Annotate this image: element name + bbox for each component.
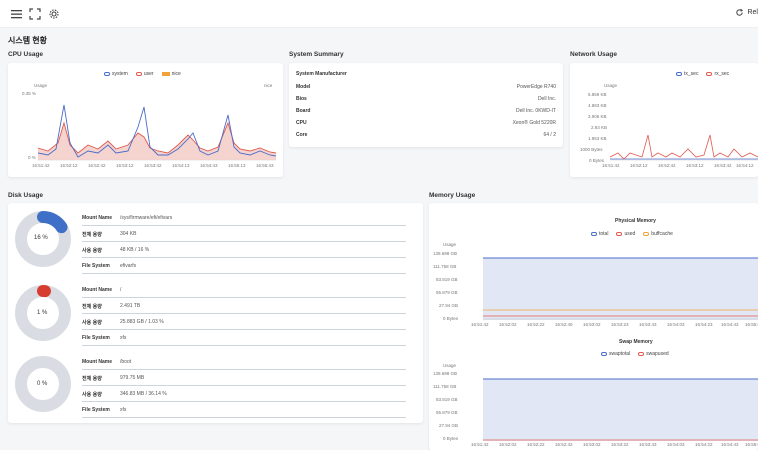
summary-row: CPU Xeon® Gold 5220R [296, 120, 556, 126]
cpu-chart [38, 104, 276, 161]
system-summary-card: System Manufacturer Model PowerEdge R740 … [289, 63, 563, 147]
disk-row-value: xfs [120, 335, 127, 341]
disk-row-value: 2.491 TB [120, 303, 141, 309]
swap-memory-chart [483, 378, 758, 441]
divider [82, 257, 406, 258]
physical-memory-chart [483, 257, 758, 320]
divider [82, 297, 406, 298]
disk-row-value: 25.883 GB / 1.03 % [120, 319, 164, 325]
legend-nice[interactable]: nice [161, 71, 181, 77]
cpu-y-unit: nice [264, 83, 273, 88]
summary-row: Core 64 / 2 [296, 132, 556, 138]
fullscreen-icon[interactable] [28, 7, 42, 21]
legend-tx-sec[interactable]: tx_sec [676, 71, 698, 77]
disk-percent-label: 16 % [34, 235, 48, 241]
cpu-legend: system user nice [104, 71, 181, 77]
disk-row-value: 48 KB / 16 % [120, 247, 150, 253]
menu-icon[interactable] [10, 7, 24, 21]
legend-total[interactable]: total [591, 231, 608, 237]
disk-row-value: xfs [120, 407, 127, 413]
disk-row-value: /sys/firmware/efi/efivars [120, 215, 173, 221]
swap-memory-title: Swap Memory [619, 339, 653, 345]
cpu-usage-card: system user nice Usage nice 0.35 % 0 % 1… [8, 63, 283, 177]
disk-row-value: 346.83 MB / 36.14 % [120, 391, 167, 397]
memory-usage-card: Physical Memory total used buffcache Usa… [429, 203, 758, 450]
reload-button[interactable]: Rel [735, 8, 758, 17]
swap-legend: swaptotal swapused [601, 351, 669, 357]
disk-row-key: 전체 용량 [82, 232, 102, 238]
disk-row-value: 304 KB [120, 231, 137, 237]
refresh-icon [736, 8, 744, 16]
network-chart [610, 134, 758, 161]
legend-user[interactable]: user [135, 71, 154, 77]
summary-row: Bios Dell Inc. [296, 96, 556, 102]
divider [82, 369, 406, 370]
summary-row: Board Dell Inc. 0KWD-IT [296, 108, 556, 114]
disk-percent-label: 0 % [37, 381, 48, 387]
network-usage-title: Network Usage [570, 51, 617, 58]
disk-percent-label: 1 % [37, 310, 48, 316]
cpu-y-label: Usage [34, 83, 48, 88]
network-legend: tx_sec rx_sec [676, 71, 729, 77]
legend-system[interactable]: system [104, 71, 128, 77]
memory-usage-title: Memory Usage [429, 192, 476, 199]
divider [82, 313, 406, 314]
divider [82, 241, 406, 242]
disk-row-value: / [120, 287, 122, 293]
legend-buffcache[interactable]: buffcache [643, 231, 673, 237]
divider [82, 385, 406, 386]
disk-row-key: 사용 용량 [82, 248, 102, 254]
legend-used[interactable]: used [616, 231, 635, 237]
cpu-usage-title: CPU Usage [8, 51, 44, 58]
cpu-y-bottom: 0 % [28, 155, 36, 160]
disk-usage-title: Disk Usage [8, 192, 44, 199]
top-bar: Rel [0, 0, 758, 28]
divider [82, 401, 406, 402]
divider [82, 329, 406, 330]
page-title: 시스템 현황 [8, 36, 48, 45]
disk-row-key: Mount Name [82, 287, 112, 293]
disk-row-key: 전체 용량 [82, 304, 102, 310]
disk-row-key: File System [82, 335, 110, 341]
network-y-label: Usage [604, 83, 618, 88]
disk-row-key: File System [82, 407, 110, 413]
reload-label: Rel [747, 9, 758, 16]
disk-row-key: 사용 용량 [82, 320, 102, 326]
disk-row-key: 전체 용량 [82, 376, 102, 382]
divider [82, 345, 406, 346]
disk-row-value: /boot [120, 359, 132, 365]
disk-row-key: 사용 용량 [82, 392, 102, 398]
cpu-y-top: 0.35 % [22, 91, 37, 96]
disk-row-key: Mount Name [82, 359, 112, 365]
legend-swapused[interactable]: swapused [638, 351, 669, 357]
divider [82, 225, 406, 226]
legend-swaptotal[interactable]: swaptotal [601, 351, 630, 357]
network-usage-card: tx_sec rx_sec Usage 5.859 KB 4.883 KB 3.… [570, 63, 758, 177]
disk-usage-card: 16 % Mount Name /sys/firmware/efi/efivar… [8, 203, 423, 423]
physical-y-label: Usage [443, 242, 457, 247]
legend-rx-sec[interactable]: rx_sec [706, 71, 729, 77]
physical-memory-title: Physical Memory [615, 218, 656, 224]
disk-row-value: efivarfs [120, 263, 137, 269]
swap-y-label: Usage [443, 363, 457, 368]
divider [82, 417, 406, 418]
physical-legend: total used buffcache [591, 231, 673, 237]
summary-row: System Manufacturer [296, 71, 347, 77]
summary-row: Model PowerEdge R740 [296, 84, 556, 90]
disk-row-value: 979.75 MB [120, 375, 145, 381]
divider [82, 273, 406, 274]
system-summary-title: System Summary [289, 51, 344, 58]
disk-row-key: File System [82, 263, 110, 269]
disk-row-key: Mount Name [82, 215, 112, 221]
gear-icon[interactable] [47, 7, 61, 21]
